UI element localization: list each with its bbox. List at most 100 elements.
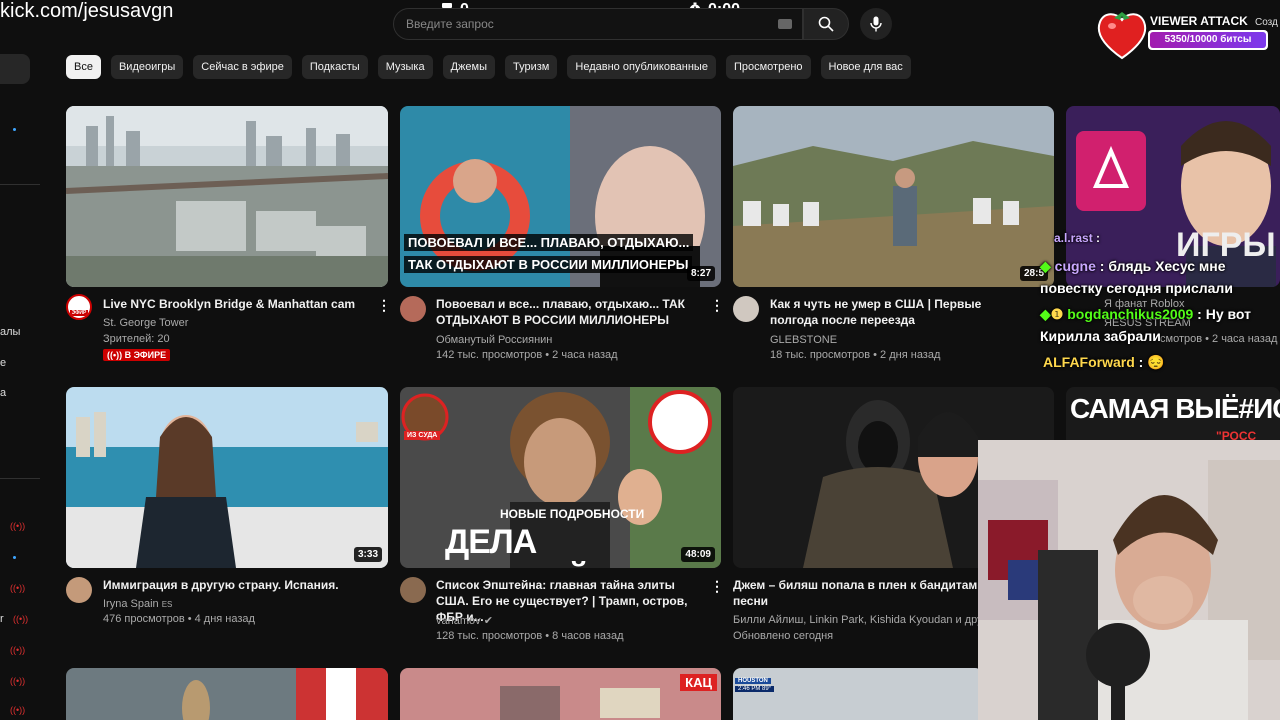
sidebar-item-label[interactable]: алы	[0, 326, 20, 338]
channel-avatar[interactable]	[400, 577, 426, 603]
chip-music[interactable]: Музыка	[377, 55, 433, 79]
chat-username: a.l.rast	[1054, 231, 1093, 245]
chat-message-cont: Кирилла забрали	[1040, 328, 1161, 344]
chat-text: : Ну вот	[1197, 306, 1251, 322]
video-thumbnail[interactable]	[66, 106, 388, 287]
chat-text: : блядь Хесус мне	[1099, 258, 1226, 274]
viewer-attack-progress: 5350/10000 битсы	[1150, 32, 1266, 48]
video-thumbnail[interactable]: ИЗ СУДА НОВЫЕ ПОДРОБНОСТИ ДЕЛА ЭПШТЕЙНА …	[400, 387, 721, 568]
video-thumbnail[interactable]	[66, 668, 388, 720]
sidebar-divider	[0, 184, 40, 185]
thumbnail-corner-label: КАЦ	[680, 674, 717, 691]
video-title[interactable]: Как я чуть не умер в США | Первые полгод…	[770, 296, 1030, 328]
verified-icon: ✔	[483, 615, 493, 627]
chip-all[interactable]: Все	[66, 55, 101, 79]
channel-name[interactable]: varlamov ✔	[436, 613, 493, 629]
channel-avatar[interactable]: ЭФИР	[66, 294, 92, 320]
live-badge: ((•)) В ЭФИРЕ	[103, 349, 171, 361]
channel-avatar[interactable]	[400, 296, 426, 322]
viewer-attack-title: VIEWER ATTACK	[1150, 14, 1248, 28]
live-icon[interactable]: ((•))	[10, 676, 25, 686]
channel-name[interactable]: Билли Айлиш, Linkin Park, Kishida Kyouda…	[733, 612, 993, 628]
video-stats: 18 тыс. просмотров • 2 дня назад	[770, 349, 941, 361]
tomato-icon	[1097, 12, 1147, 60]
chat-username: ALFAForward	[1043, 354, 1135, 370]
more-options-icon[interactable]: ⋮	[710, 578, 724, 595]
search-input[interactable]	[394, 9, 754, 39]
chat-message: ◆ cugne : блядь Хесус мне	[1040, 258, 1226, 275]
live-icon[interactable]: ((•))	[10, 645, 25, 655]
search-button[interactable]	[803, 8, 849, 40]
microphone-icon	[870, 16, 882, 32]
chat-message: ◆❶ bogdanchikus2009 : Ну вот	[1040, 306, 1251, 323]
video-title-line2[interactable]: песни	[733, 593, 768, 609]
video-title[interactable]: Иммиграция в другую страну. Испания.	[103, 577, 373, 593]
stream-url: kick.com/jesusavgn	[0, 0, 174, 22]
channel-suffix: ES	[161, 600, 173, 609]
video-title[interactable]: Live NYC Brooklyn Bridge & Manhattan cam	[103, 296, 373, 312]
kick-badge-icon: ◆	[1040, 306, 1051, 322]
chat-username: bogdanchikus2009	[1067, 306, 1194, 322]
news-time-value: 2:46 PM	[738, 686, 761, 692]
create-label[interactable]: Созд	[1255, 17, 1278, 28]
thumbnail-corner-label: ИЗ СУДА	[404, 431, 441, 440]
channel-name[interactable]: GLEBSTONE	[770, 332, 837, 348]
news-time: 2:46 PM 89°	[735, 686, 775, 692]
video-title[interactable]: Джем – биляш попала в плен к бандитам и	[733, 577, 988, 593]
channel-name[interactable]: Обманутый Россиянин	[436, 332, 552, 348]
video-stats: 142 тыс. просмотров • 2 часа назад	[436, 349, 618, 361]
video-thumbnail[interactable]: САМАЯ ВЫЁ#ИСТА "РОСС	[1066, 387, 1280, 447]
more-options-icon[interactable]: ⋮	[377, 297, 391, 314]
video-stats: смотров • 2 часа назад	[1160, 333, 1278, 345]
live-badge-label: В ЭФИРЕ	[124, 350, 167, 360]
channel-avatar[interactable]	[66, 577, 92, 603]
sidebar-item-label[interactable]: r	[0, 613, 4, 625]
duration-badge: 3:33	[353, 547, 382, 562]
channel-name-text[interactable]: varlamov	[436, 615, 481, 627]
sidebar-item-label[interactable]: а	[0, 387, 6, 399]
keyboard-icon[interactable]	[778, 19, 792, 29]
chip-tourism[interactable]: Туризм	[505, 55, 558, 79]
chip-videogames[interactable]: Видеоигры	[110, 55, 184, 79]
live-icon[interactable]: ((•))	[13, 614, 28, 624]
news-temp: 89°	[762, 686, 772, 692]
duration-badge: 8:27	[686, 266, 715, 281]
live-icon[interactable]: ((•))	[10, 521, 25, 531]
chip-new-for-you[interactable]: Новое для вас	[820, 55, 911, 79]
chip-podcasts[interactable]: Подкасты	[301, 55, 368, 79]
video-thumbnail[interactable]: HOUSTON 2:46 PM 89°	[733, 668, 983, 720]
new-content-dot	[13, 556, 16, 559]
video-thumbnail[interactable]: ПОВОЕВАЛ И ВСЕ... ПЛАВАЮ, ОТДЫХАЮ... ТАК…	[400, 106, 721, 287]
live-icon[interactable]: ((•))	[10, 705, 25, 715]
sub-badge-icon: ❶	[1050, 306, 1064, 322]
chip-watched[interactable]: Просмотрено	[725, 55, 811, 79]
more-options-icon[interactable]: ⋮	[710, 297, 724, 314]
search-box[interactable]	[393, 8, 803, 40]
live-icon[interactable]: ((•))	[10, 583, 25, 593]
chip-live[interactable]: Сейчас в эфире	[193, 55, 292, 79]
video-stats: Зрителей: 20	[103, 333, 170, 345]
voice-search-button[interactable]	[860, 8, 892, 40]
thumbnail-caption: ТАК ОТДЫХАЮТ В РОССИИ МИЛЛИОНЕРЫ	[404, 256, 693, 273]
sidebar-item-home[interactable]	[0, 54, 30, 84]
sidebar-item-label[interactable]: е	[0, 357, 6, 369]
channel-name[interactable]: St. George Tower	[103, 315, 188, 331]
chip-recent[interactable]: Недавно опубликованные	[567, 55, 716, 79]
video-thumbnail[interactable]: КАЦ	[400, 668, 721, 720]
filter-chips: Все Видеоигры Сейчас в эфире Подкасты Му…	[66, 55, 911, 79]
video-thumbnail[interactable]: 3:33	[66, 387, 388, 568]
chat-text: :	[1096, 231, 1101, 245]
video-thumbnail[interactable]: 28:5	[733, 106, 1054, 287]
video-title[interactable]: Повоевал и все... плаваю, отдыхаю... ТАК…	[436, 296, 696, 328]
chat-text: : 😔	[1138, 354, 1165, 370]
thumbnail-caption: НОВЫЕ ПОДРОБНОСТИ	[500, 507, 645, 521]
sidebar-divider	[0, 478, 40, 479]
channel-avatar[interactable]	[733, 296, 759, 322]
news-label: HOUSTON	[735, 678, 771, 684]
duration-badge: 48:09	[681, 547, 715, 562]
thumbnail-title: САМАЯ ВЫЁ#ИСТА	[1070, 393, 1280, 424]
thumbnail-caption: ПОВОЕВАЛ И ВСЕ... ПЛАВАЮ, ОТДЫХАЮ...	[404, 234, 694, 251]
chat-message: ALFAForward : 😔	[1043, 354, 1165, 371]
chip-jams[interactable]: Джемы	[442, 55, 496, 79]
channel-name-text[interactable]: Iryna Spain	[103, 598, 159, 610]
